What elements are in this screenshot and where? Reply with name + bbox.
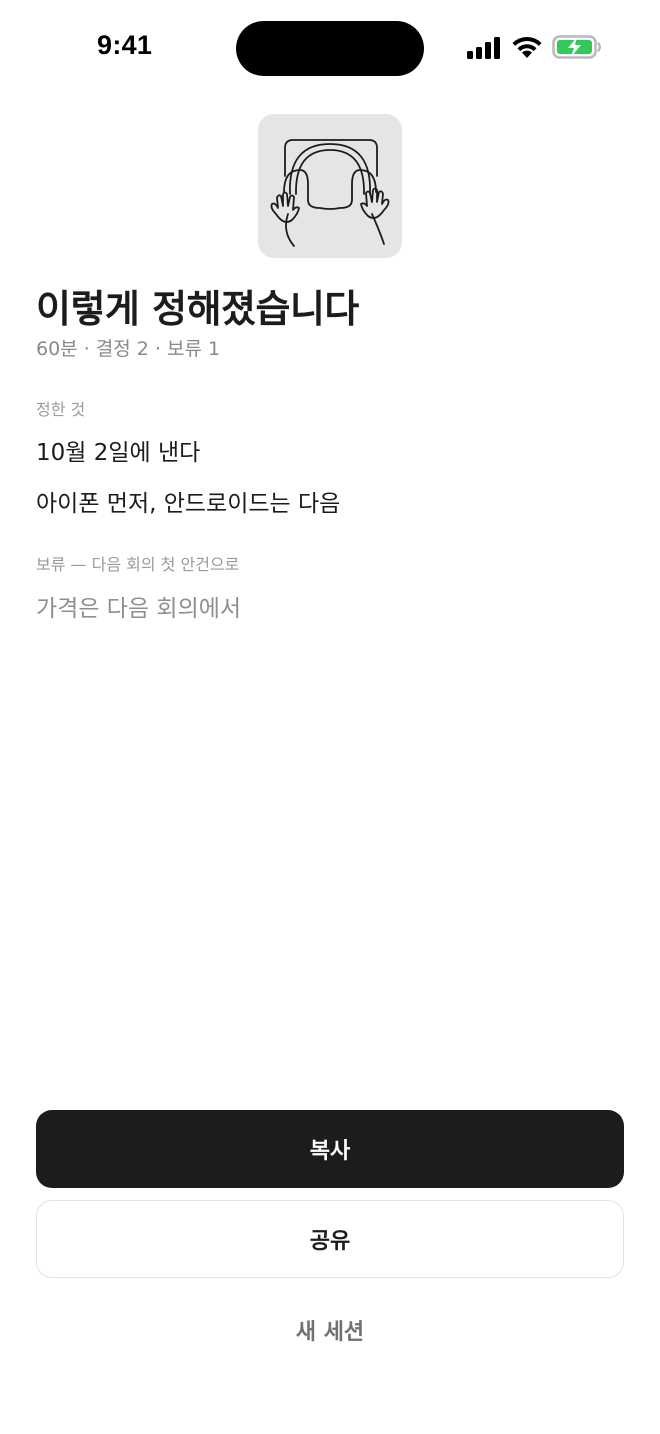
summary-screen: 9:41 이렇게 정해졌습니다 60분 · 결정 2 · 보류 1 정한 것 1… [0,0,660,1434]
copy-button[interactable]: 복사 [36,1110,624,1188]
wifi-icon [512,36,542,58]
battery-charging-icon [552,35,601,59]
decided-item: 10월 2일에 낸다 [36,440,201,466]
headphones-illustration-icon [270,139,390,247]
cellular-signal-icon [467,37,500,59]
new-session-button[interactable]: 새 세션 [0,1310,660,1350]
decided-item: 아이폰 먼저, 안드로이드는 다음 [36,491,341,517]
pending-item: 가격은 다음 회의에서 [36,596,242,622]
status-time: 9:41 [97,30,153,60]
share-button[interactable]: 공유 [36,1200,624,1278]
page-title: 이렇게 정해졌습니다 [36,287,359,331]
app-logo [258,114,402,258]
session-meta: 60분 · 결정 2 · 보류 1 [36,338,221,360]
dynamic-island [236,21,424,76]
pending-section-label: 보류 — 다음 회의 첫 안건으로 [36,555,240,574]
decided-section-label: 정한 것 [36,400,86,419]
